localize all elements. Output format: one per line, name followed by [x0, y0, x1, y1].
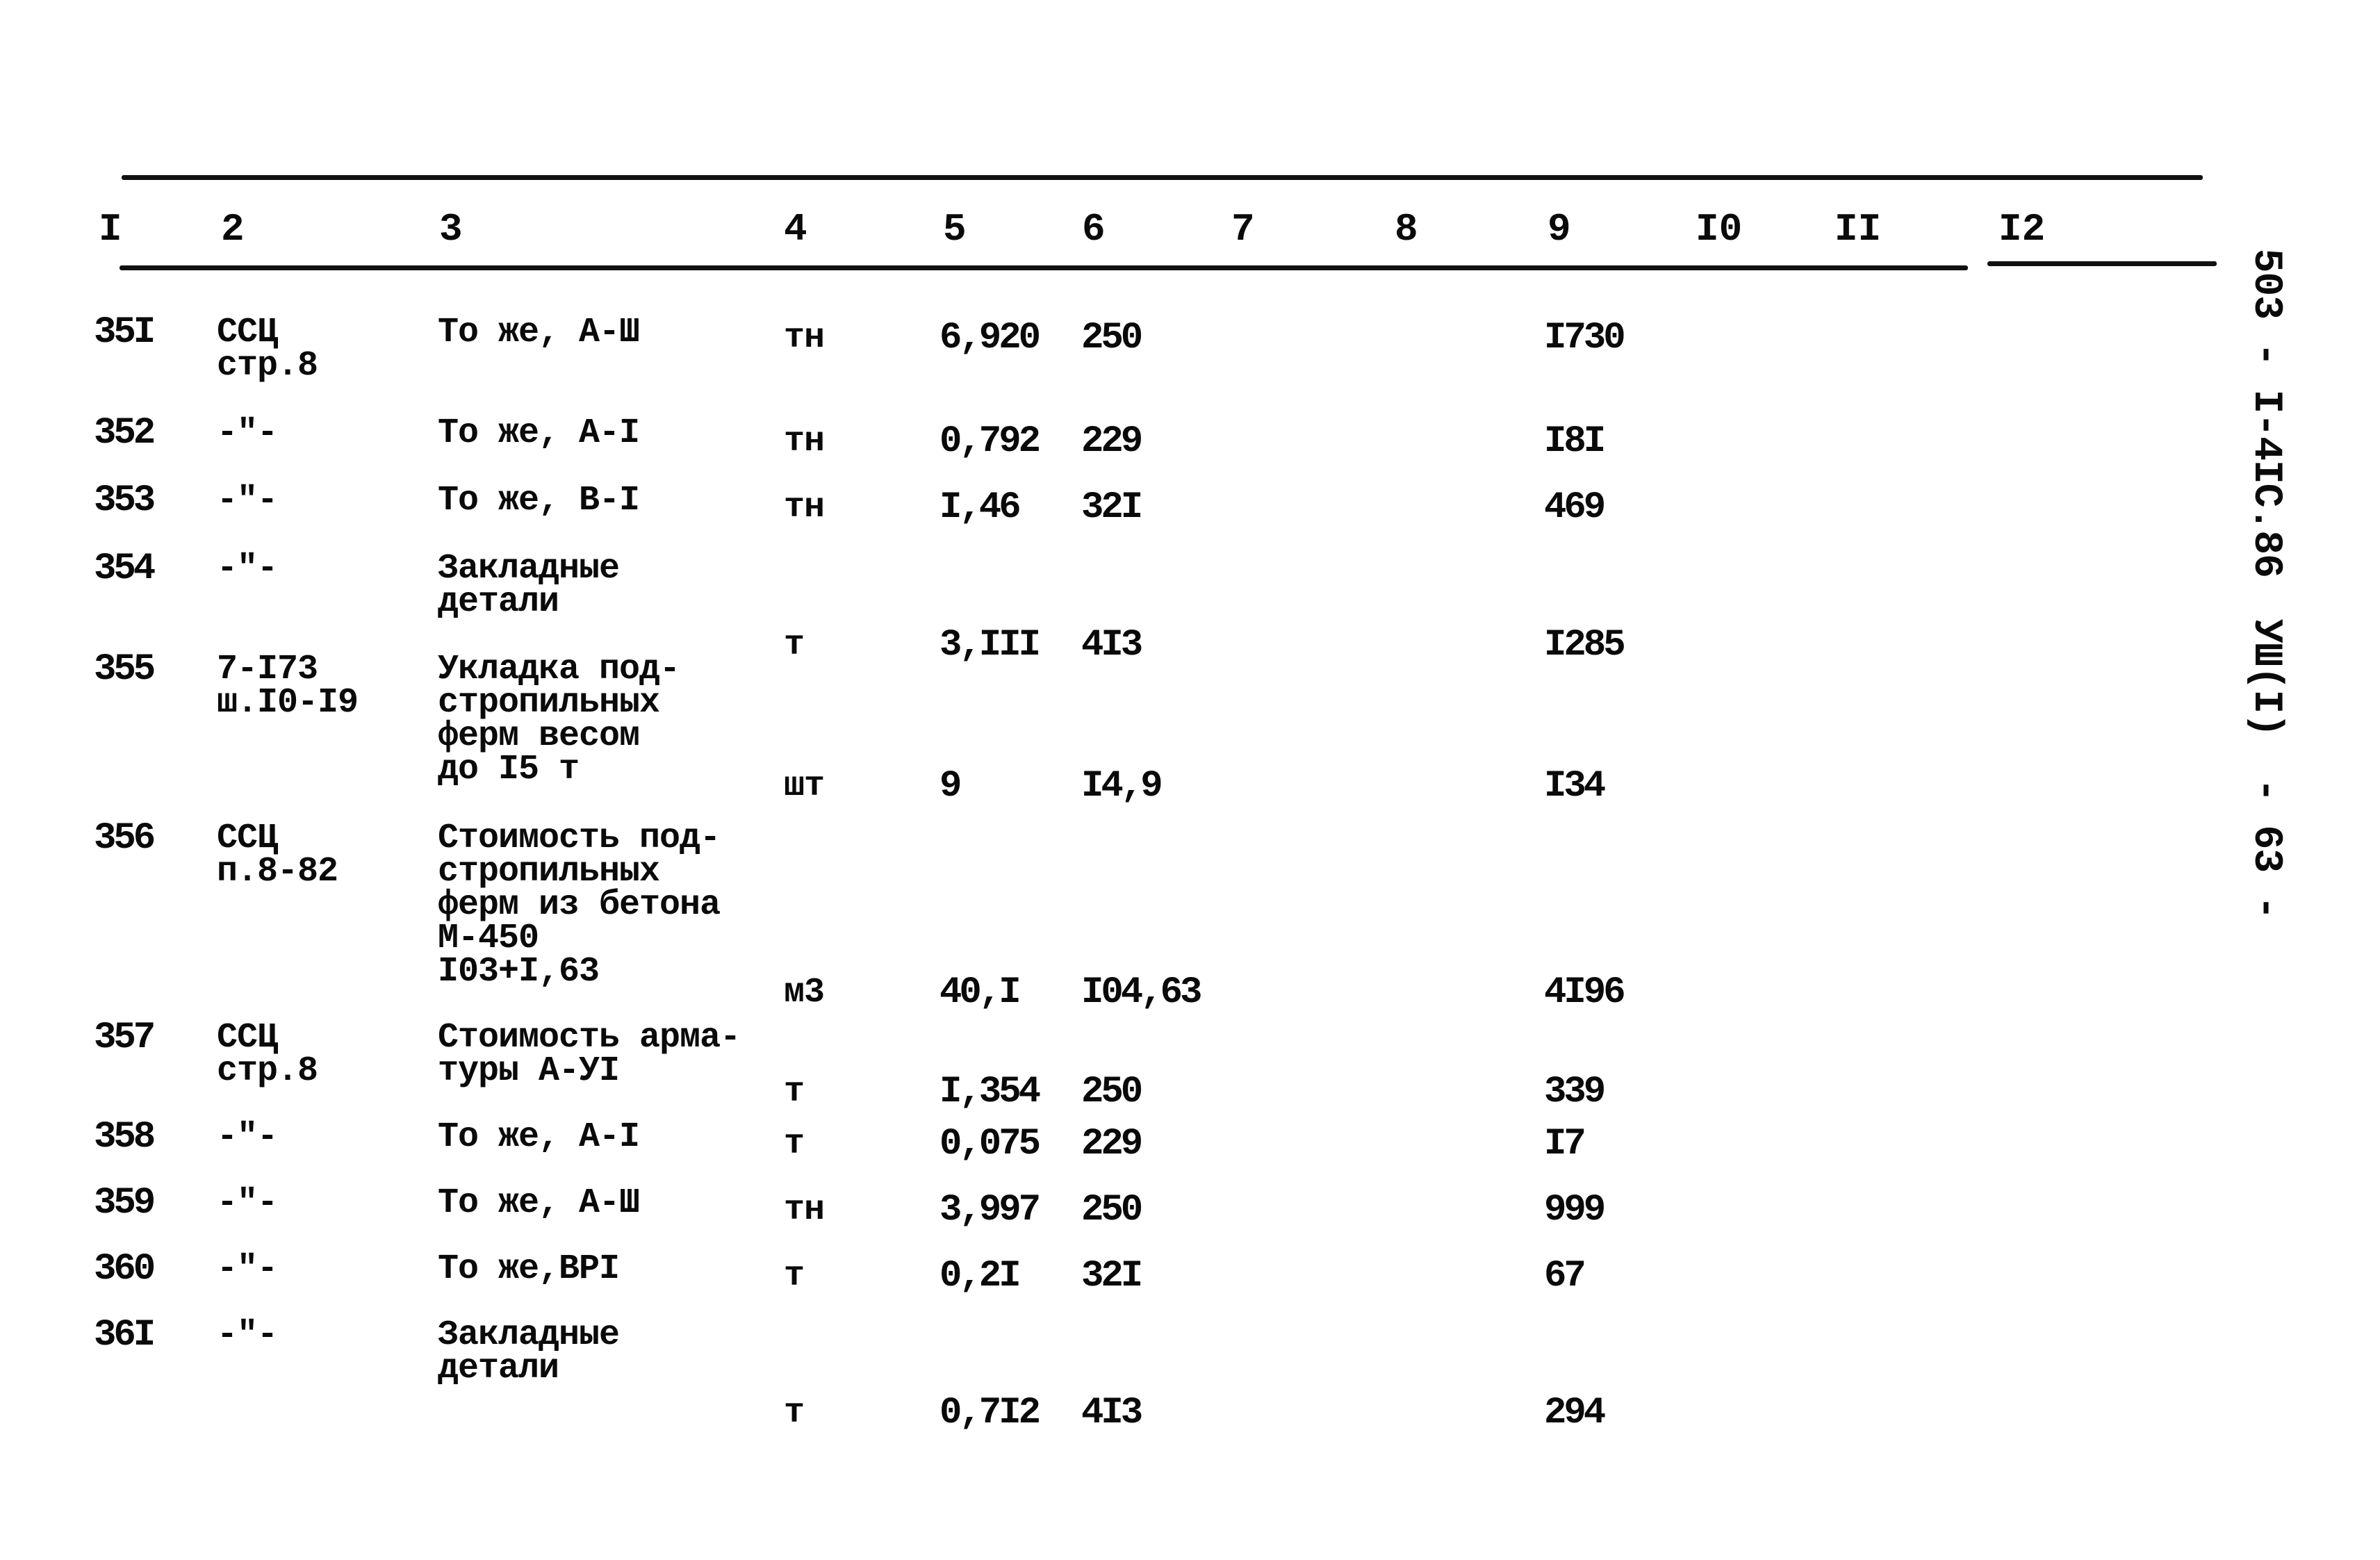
total-cost-cell: 294	[1544, 1392, 1606, 1434]
row-number-cell: 36I	[94, 1314, 156, 1356]
unit-cell: т	[784, 1393, 805, 1433]
column-header-4: 4	[784, 207, 807, 252]
unit-price-cell: 250	[1081, 1189, 1143, 1231]
unit-cell: м3	[784, 973, 825, 1012]
quantity-cell: 3,997	[939, 1189, 1041, 1231]
description-cell: То же, А-I	[438, 1117, 640, 1157]
description-cell: Стоимость арма- туры А-УI	[438, 1018, 741, 1091]
unit-cell: т	[784, 1256, 805, 1296]
column-header-2: 2	[221, 207, 245, 252]
page-number: - 63 -	[2243, 778, 2288, 919]
document-volume: УШ(I)	[2243, 618, 2288, 737]
total-cost-cell: I34	[1544, 765, 1606, 807]
description-cell: Укладка под- стропильных ферм весом до I…	[438, 650, 680, 789]
quantity-cell: 0,7I2	[939, 1392, 1041, 1434]
total-cost-cell: I8I	[1544, 420, 1606, 463]
unit-price-cell: 4I3	[1081, 1392, 1143, 1434]
row-number-cell: 360	[94, 1248, 156, 1290]
reference-cell: -"-	[217, 481, 278, 520]
total-cost-cell: 999	[1544, 1189, 1606, 1231]
total-cost-cell: 4I96	[1544, 971, 1626, 1014]
unit-price-cell: I4,9	[1081, 765, 1163, 807]
unit-cell: т	[784, 1072, 805, 1112]
unit-price-cell: 32I	[1081, 1255, 1143, 1297]
column-header-1: I	[99, 207, 122, 252]
reference-cell: -"-	[217, 1315, 278, 1355]
unit-cell: тн	[784, 422, 825, 461]
table-header-bottom-rule	[120, 265, 1968, 270]
reference-cell: ССЦ стр.8	[217, 313, 318, 386]
column-header-9: 9	[1548, 207, 1571, 252]
quantity-cell: I,354	[939, 1071, 1041, 1113]
description-cell: Стоимость под- стропильных ферм из бетон…	[438, 819, 721, 992]
row-number-cell: 357	[94, 1017, 156, 1059]
description-cell: То же, А-Ш	[438, 313, 640, 352]
column-header-5: 5	[943, 207, 967, 252]
unit-price-cell: 4I3	[1081, 624, 1143, 666]
row-number-cell: 352	[94, 412, 156, 454]
description-cell: То же,ВРI	[438, 1249, 620, 1289]
reference-cell: -"-	[217, 413, 278, 453]
total-cost-cell: I285	[1544, 624, 1626, 666]
unit-price-cell: 32I	[1081, 486, 1143, 529]
document-code: 503 - I-4IC.86	[2243, 248, 2288, 577]
unit-cell: тн	[784, 318, 825, 358]
column-header-7: 7	[1231, 207, 1255, 252]
reference-cell: -"-	[217, 1183, 278, 1223]
row-number-cell: 35I	[94, 311, 156, 354]
column-header-8: 8	[1395, 207, 1418, 252]
side-document-label: 503 - I-4IC.86 УШ(I) - 63 -	[2241, 202, 2338, 961]
total-cost-cell: I7	[1544, 1123, 1586, 1165]
description-cell: То же, В-I	[438, 481, 640, 520]
description-cell: Закладные детали	[438, 1315, 620, 1388]
quantity-cell: I,46	[939, 486, 1021, 529]
description-cell: То же, А-Ш	[438, 1183, 640, 1223]
unit-cell: т	[784, 1124, 805, 1164]
unit-price-cell: 229	[1081, 1123, 1143, 1165]
total-cost-cell: 469	[1544, 486, 1606, 529]
description-cell: Закладные детали	[438, 549, 620, 622]
reference-cell: 7-I73 ш.I0-I9	[217, 650, 359, 723]
table-header-bottom-rule-right	[1987, 261, 2217, 266]
quantity-cell: 0,2I	[939, 1255, 1021, 1297]
total-cost-cell: I730	[1544, 317, 1626, 359]
total-cost-cell: 339	[1544, 1071, 1606, 1113]
column-header-3: 3	[439, 207, 463, 252]
row-number-cell: 355	[94, 648, 156, 691]
total-cost-cell: 67	[1544, 1255, 1586, 1297]
column-header-12: I2	[1999, 207, 2046, 252]
unit-price-cell: 250	[1081, 317, 1143, 359]
unit-cell: тн	[784, 1190, 825, 1230]
description-cell: То же, А-I	[438, 413, 640, 453]
quantity-cell: 0,792	[939, 420, 1041, 463]
row-number-cell: 354	[94, 548, 156, 590]
row-number-cell: 356	[94, 817, 156, 860]
quantity-cell: 3,III	[939, 624, 1041, 666]
reference-cell: -"-	[217, 1249, 278, 1289]
row-number-cell: 359	[94, 1182, 156, 1224]
column-header-11: II	[1835, 207, 1882, 252]
quantity-cell: 9	[939, 765, 962, 807]
quantity-cell: 6,920	[939, 317, 1041, 359]
reference-cell: -"-	[217, 1117, 278, 1157]
reference-cell: ССЦ п.8-82	[217, 819, 338, 892]
unit-cell: т	[784, 625, 805, 665]
unit-price-cell: 229	[1081, 420, 1143, 463]
quantity-cell: 0,075	[939, 1123, 1041, 1165]
unit-price-cell: 250	[1081, 1071, 1143, 1113]
unit-cell: тн	[784, 488, 825, 527]
reference-cell: -"-	[217, 549, 278, 589]
column-header-10: I0	[1696, 207, 1743, 252]
table-top-rule	[122, 175, 2203, 180]
row-number-cell: 353	[94, 479, 156, 522]
quantity-cell: 40,I	[939, 971, 1021, 1014]
unit-cell: шт	[784, 766, 825, 806]
reference-cell: ССЦ стр.8	[217, 1018, 318, 1091]
column-header-6: 6	[1082, 207, 1106, 252]
row-number-cell: 358	[94, 1116, 156, 1158]
unit-price-cell: I04,63	[1081, 971, 1202, 1014]
